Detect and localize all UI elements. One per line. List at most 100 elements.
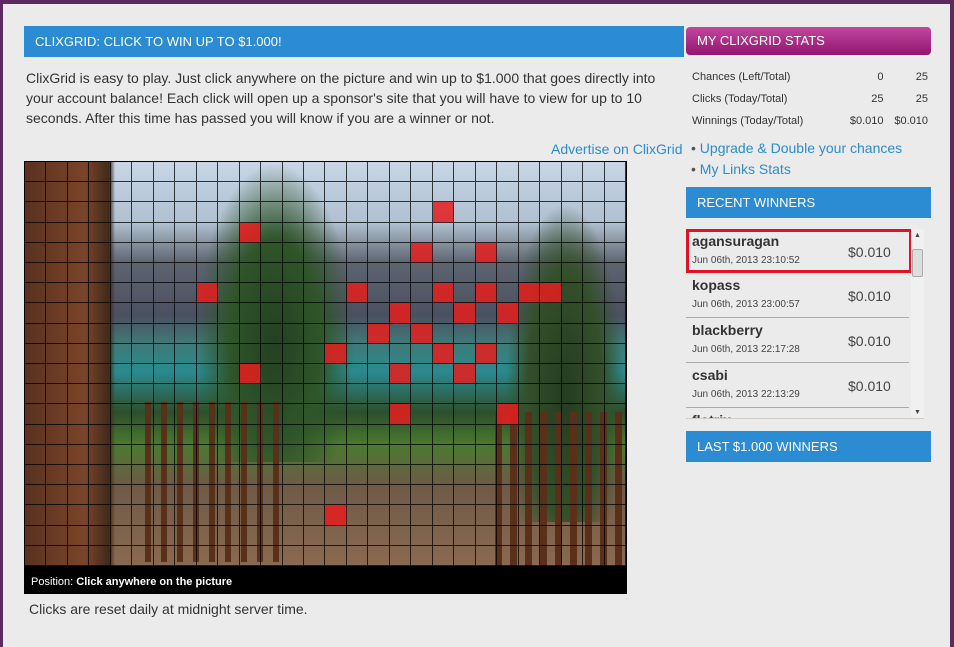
grid-cell[interactable] [540, 162, 562, 183]
grid-cell[interactable] [46, 202, 68, 223]
grid-cell[interactable] [304, 162, 326, 183]
grid-cell[interactable] [132, 263, 154, 284]
grid-cell[interactable] [583, 222, 605, 243]
grid-cell[interactable] [346, 525, 369, 546]
grid-cell[interactable] [132, 343, 154, 364]
grid-cell[interactable] [175, 283, 197, 304]
grid-cell[interactable] [518, 404, 541, 425]
grid-cell[interactable] [67, 303, 90, 324]
grid-cell-clicked[interactable] [239, 364, 262, 385]
grid-cell[interactable] [153, 162, 176, 183]
grid-cell[interactable] [368, 343, 390, 364]
grid-cell[interactable] [175, 424, 197, 445]
click-grid[interactable] [25, 162, 626, 566]
grid-cell[interactable] [454, 283, 476, 304]
grid-cell[interactable] [282, 343, 305, 364]
grid-cell[interactable] [261, 465, 283, 486]
grid-cell[interactable] [540, 303, 562, 324]
grid-cell[interactable] [583, 525, 605, 546]
grid-cell[interactable] [89, 404, 111, 425]
grid-cell[interactable] [604, 303, 626, 324]
grid-cell[interactable] [583, 505, 605, 526]
grid-cell[interactable] [368, 404, 390, 425]
grid-cell[interactable] [604, 222, 626, 243]
grid-cell[interactable] [25, 222, 47, 243]
grid-cell[interactable] [67, 323, 90, 344]
grid-cell[interactable] [153, 303, 176, 324]
grid-cell[interactable] [261, 242, 283, 263]
grid-cell[interactable] [175, 465, 197, 486]
grid-cell[interactable] [368, 384, 390, 405]
grid-cell[interactable] [389, 283, 412, 304]
grid-cell[interactable] [454, 202, 476, 223]
grid-cell[interactable] [196, 202, 219, 223]
grid-cell[interactable] [325, 323, 347, 344]
grid-cell[interactable] [153, 444, 176, 465]
grid-cell[interactable] [89, 545, 111, 566]
grid-cell[interactable] [282, 525, 305, 546]
grid-cell[interactable] [282, 222, 305, 243]
grid-cell[interactable] [304, 242, 326, 263]
grid-cell-clicked[interactable] [454, 303, 476, 324]
grid-cell[interactable] [475, 505, 498, 526]
grid-cell[interactable] [325, 404, 347, 425]
grid-cell[interactable] [454, 545, 476, 566]
grid-cell[interactable] [346, 303, 369, 324]
grid-cell[interactable] [46, 545, 68, 566]
grid-cell[interactable] [282, 444, 305, 465]
grid-cell[interactable] [325, 202, 347, 223]
grid-cell[interactable] [346, 485, 369, 506]
grid-cell[interactable] [497, 364, 519, 385]
grid-cell[interactable] [153, 242, 176, 263]
grid-cell[interactable] [132, 283, 154, 304]
grid-cell[interactable] [346, 202, 369, 223]
grid-cell[interactable] [261, 343, 283, 364]
grid-cell[interactable] [67, 384, 90, 405]
grid-cell[interactable] [25, 323, 47, 344]
grid-cell[interactable] [561, 303, 584, 324]
grid-cell[interactable] [561, 444, 584, 465]
grid-cell-clicked[interactable] [475, 283, 498, 304]
grid-cell[interactable] [497, 545, 519, 566]
grid-cell[interactable] [561, 182, 584, 203]
grid-cell[interactable] [282, 303, 305, 324]
grid-cell[interactable] [304, 444, 326, 465]
grid-cell[interactable] [110, 323, 133, 344]
scrollbar-thumb[interactable] [912, 249, 923, 277]
grid-cell[interactable] [325, 384, 347, 405]
grid-cell[interactable] [110, 384, 133, 405]
grid-cell[interactable] [261, 202, 283, 223]
grid-cell[interactable] [239, 283, 262, 304]
grid-cell[interactable] [175, 384, 197, 405]
grid-cell-clicked[interactable] [368, 323, 390, 344]
grid-cell[interactable] [261, 222, 283, 243]
grid-cell[interactable] [368, 202, 390, 223]
grid-cell[interactable] [604, 404, 626, 425]
grid-cell[interactable] [218, 444, 240, 465]
grid-cell[interactable] [196, 545, 219, 566]
grid-cell[interactable] [454, 485, 476, 506]
grid-cell[interactable] [604, 384, 626, 405]
grid-cell[interactable] [304, 545, 326, 566]
grid-cell[interactable] [282, 162, 305, 183]
grid-cell[interactable] [196, 364, 219, 385]
clixgrid-picture[interactable]: Position: Click anywhere on the picture [24, 161, 627, 594]
grid-cell[interactable] [175, 242, 197, 263]
grid-cell[interactable] [196, 384, 219, 405]
grid-cell-clicked[interactable] [432, 202, 455, 223]
grid-cell-clicked[interactable] [325, 505, 347, 526]
grid-cell[interactable] [132, 323, 154, 344]
grid-cell[interactable] [368, 242, 390, 263]
grid-cell[interactable] [218, 485, 240, 506]
grid-cell[interactable] [218, 182, 240, 203]
grid-cell[interactable] [561, 525, 584, 546]
grid-cell[interactable] [218, 323, 240, 344]
grid-cell[interactable] [67, 525, 90, 546]
grid-cell-clicked[interactable] [497, 404, 519, 425]
grid-cell[interactable] [497, 424, 519, 445]
grid-cell[interactable] [218, 384, 240, 405]
grid-cell[interactable] [67, 465, 90, 486]
grid-cell[interactable] [239, 182, 262, 203]
grid-cell[interactable] [89, 505, 111, 526]
grid-cell-clicked[interactable] [432, 343, 455, 364]
